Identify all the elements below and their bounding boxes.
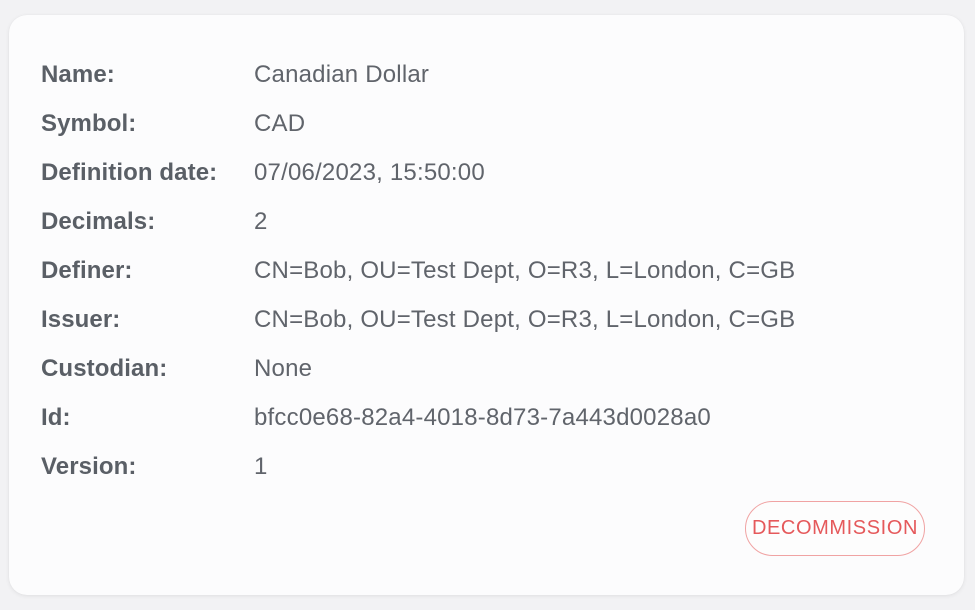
detail-row-id: Id: bfcc0e68-82a4-4018-8d73-7a443d0028a0	[41, 393, 921, 442]
detail-label: Decimals:	[41, 207, 156, 235]
detail-label: Id:	[41, 403, 71, 431]
token-details-card: Name: Canadian Dollar Symbol: CAD Defini…	[9, 15, 964, 595]
detail-row-definer: Definer: CN=Bob, OU=Test Dept, O=R3, L=L…	[41, 246, 921, 295]
detail-value: None	[254, 354, 313, 382]
detail-value: CAD	[254, 109, 306, 137]
detail-row-decimals: Decimals: 2	[41, 197, 921, 246]
detail-label: Definer:	[41, 256, 133, 284]
detail-value: Canadian Dollar	[254, 60, 430, 88]
detail-row-name: Name: Canadian Dollar	[41, 50, 921, 99]
detail-row-issuer: Issuer: CN=Bob, OU=Test Dept, O=R3, L=Lo…	[41, 295, 921, 344]
token-details-list: Name: Canadian Dollar Symbol: CAD Defini…	[41, 50, 921, 491]
detail-value: 2	[254, 207, 268, 235]
detail-label: Definition date:	[41, 158, 218, 186]
detail-label: Version:	[41, 452, 137, 480]
detail-label: Custodian:	[41, 354, 168, 382]
detail-row-custodian: Custodian: None	[41, 344, 921, 393]
detail-value: CN=Bob, OU=Test Dept, O=R3, L=London, C=…	[254, 305, 796, 333]
detail-row-version: Version: 1	[41, 442, 921, 491]
decommission-button[interactable]: DECOMMISSION	[745, 501, 925, 556]
detail-label: Name:	[41, 60, 115, 88]
detail-label: Issuer:	[41, 305, 121, 333]
detail-label: Symbol:	[41, 109, 137, 137]
detail-value: 1	[254, 452, 268, 480]
detail-value: bfcc0e68-82a4-4018-8d73-7a443d0028a0	[254, 403, 711, 431]
detail-value: CN=Bob, OU=Test Dept, O=R3, L=London, C=…	[254, 256, 796, 284]
detail-row-symbol: Symbol: CAD	[41, 99, 921, 148]
detail-value: 07/06/2023, 15:50:00	[254, 158, 485, 186]
detail-row-definition-date: Definition date: 07/06/2023, 15:50:00	[41, 148, 921, 197]
